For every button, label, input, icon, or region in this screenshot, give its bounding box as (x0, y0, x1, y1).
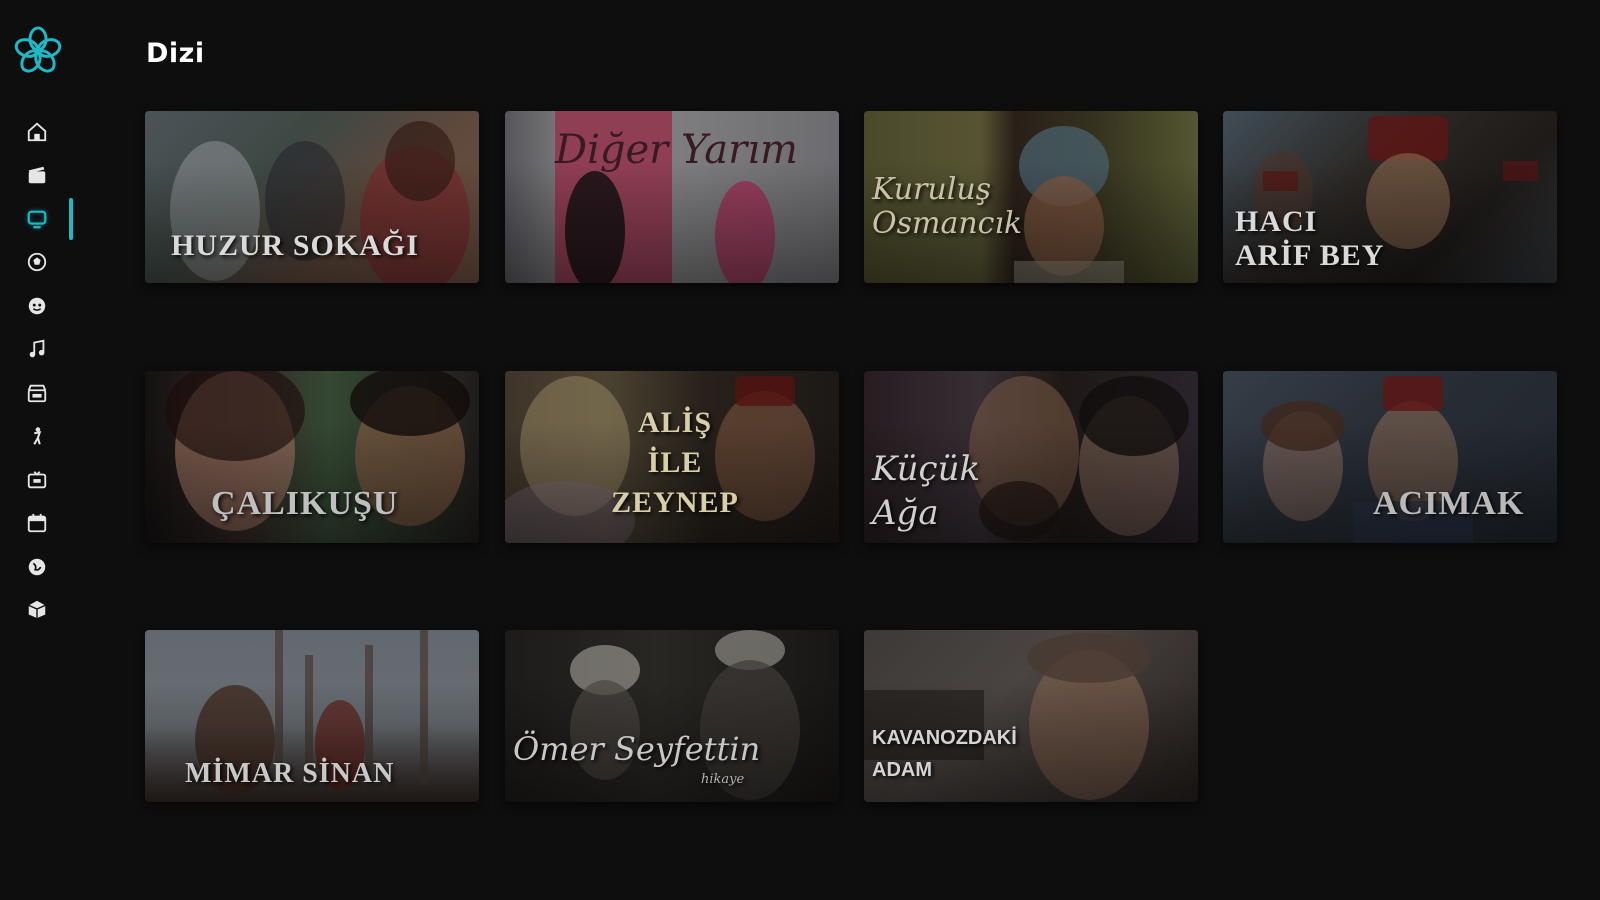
series-card-kurulus-osmancik[interactable]: Kuruluş Osmancık (864, 111, 1198, 283)
flower-logo-icon[interactable] (12, 24, 64, 76)
calendar-icon (27, 513, 47, 533)
page-title: Dizi (146, 38, 205, 69)
series-card-diger-yarim[interactable]: Diğer Yarım (505, 111, 839, 283)
series-title: Kuruluş Osmancık (872, 172, 1023, 241)
series-card-huzur-sokagi[interactable]: HUZUR SOKAĞI (145, 111, 479, 283)
series-subtitle: hikaye (701, 772, 745, 787)
sidebar-item-sports[interactable] (22, 247, 52, 277)
sidebar-item-live[interactable] (22, 465, 52, 495)
series-card-acimak[interactable]: ACIMAK (1223, 371, 1557, 543)
series-title: KAVANOZDAKİ ADAM (872, 727, 1017, 781)
active-indicator (69, 198, 73, 240)
series-title: Diğer Yarım (555, 127, 798, 173)
sidebar-item-schedule[interactable] (22, 508, 52, 538)
series-title: Ömer Seyfettin (513, 730, 761, 768)
music-note-icon (29, 339, 45, 358)
sidebar-item-culture[interactable] (22, 421, 52, 451)
figure-icon (33, 427, 42, 445)
series-card-mimar-sinan[interactable]: MİMAR SİNAN (145, 630, 479, 802)
sidebar-item-music[interactable] (22, 334, 52, 364)
series-card-haci-arif-bey[interactable]: HACI ARİF BEY (1223, 111, 1557, 283)
series-title: Küçük Ağa (872, 449, 981, 533)
sidebar-item-archive[interactable] (22, 594, 52, 624)
series-card-kucuk-aga[interactable]: Küçük Ağa (864, 371, 1198, 543)
sidebar-item-movies[interactable] (22, 160, 52, 190)
ball-icon (27, 252, 47, 272)
series-card-kavanozdaki-adam[interactable]: KAVANOZDAKİ ADAM (864, 630, 1198, 802)
home-icon (27, 122, 47, 142)
face-icon (28, 297, 46, 315)
globe-icon (28, 558, 46, 576)
film-slate-icon (27, 384, 47, 403)
series-title: HACI ARİF BEY (1235, 205, 1385, 272)
sidebar (0, 0, 100, 900)
sidebar-item-kids[interactable] (22, 291, 52, 321)
series-card-omer-seyfettin[interactable]: Ömer Seyfettin hikaye (505, 630, 839, 802)
clapperboard-icon (28, 166, 46, 184)
sidebar-item-home[interactable] (22, 117, 52, 147)
series-card-calikusu[interactable]: ÇALIKUŞU (145, 371, 479, 543)
series-title: MİMAR SİNAN (185, 758, 395, 789)
channel-icon (27, 471, 47, 489)
sidebar-item-shows[interactable] (22, 378, 52, 408)
series-title: ALİŞ İLE ZEYNEP (611, 406, 739, 519)
series-card-alis-ile-zeynep[interactable]: ALİŞ İLE ZEYNEP (505, 371, 839, 543)
series-title: HUZUR SOKAĞI (171, 229, 419, 262)
sidebar-item-search[interactable] (22, 552, 52, 582)
tv-icon (27, 210, 47, 229)
sidebar-item-series[interactable] (22, 204, 52, 234)
series-title: ÇALIKUŞU (211, 485, 399, 522)
box-icon (28, 600, 46, 619)
series-title: ACIMAK (1373, 485, 1525, 522)
